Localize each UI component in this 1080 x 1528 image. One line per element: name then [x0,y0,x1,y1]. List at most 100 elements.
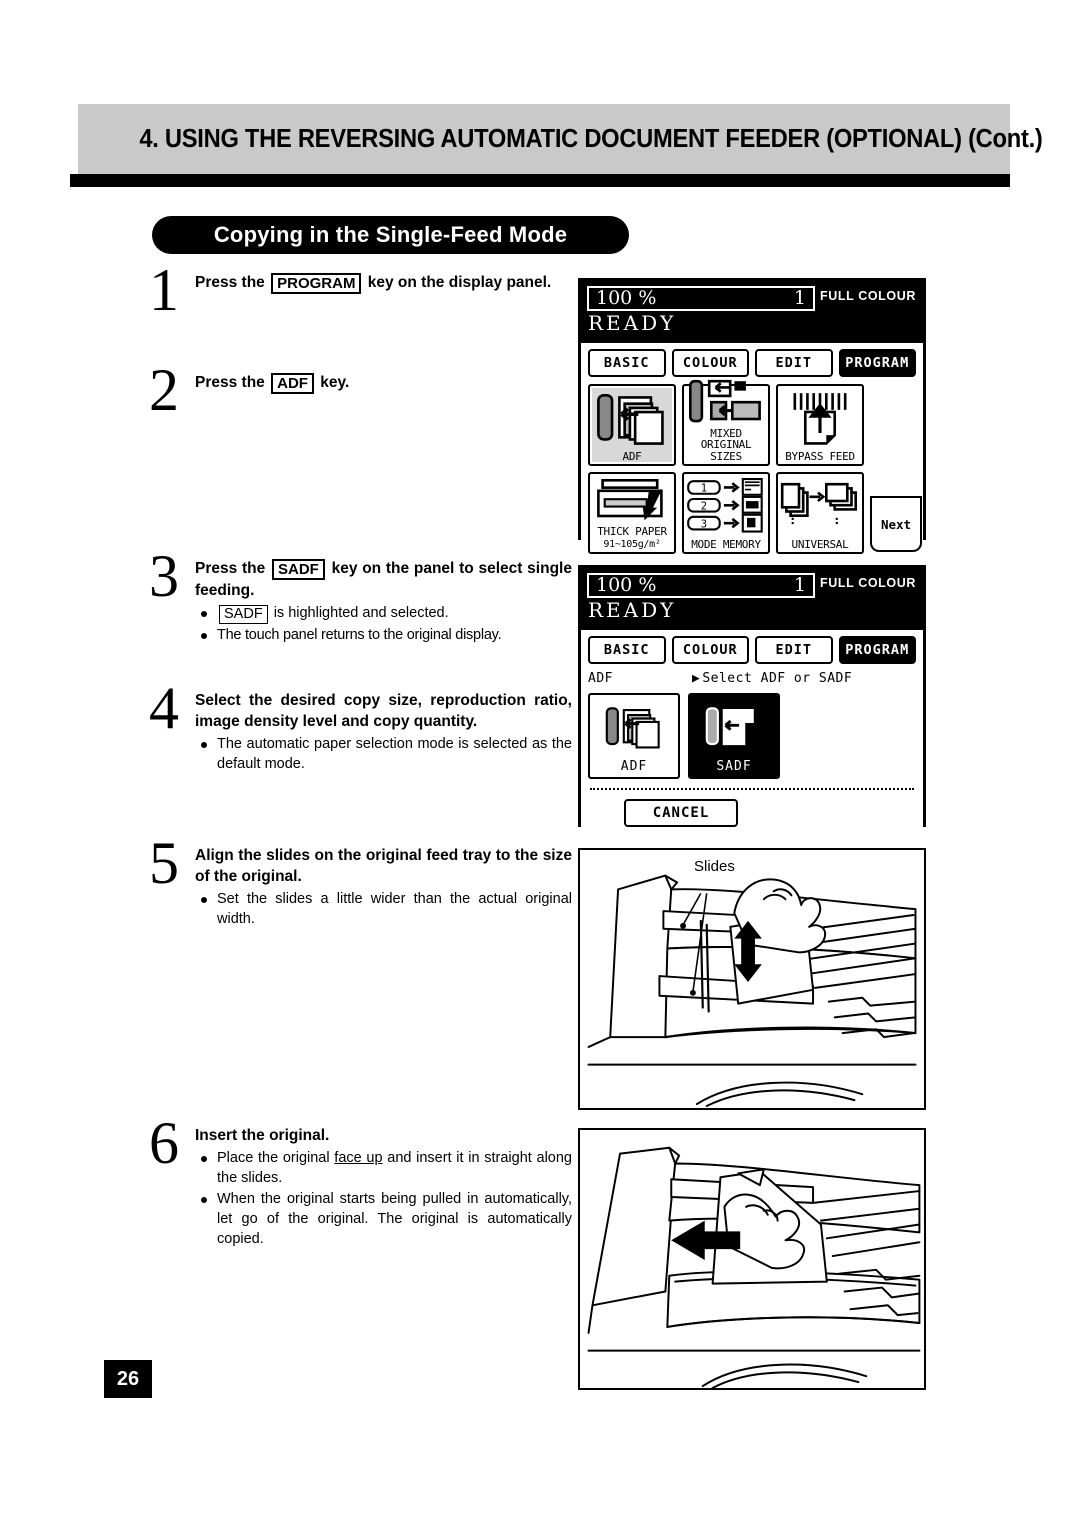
manual-page: 4. USING THE REVERSING AUTOMATIC DOCUMEN… [0,0,1080,1528]
function-button-adf[interactable]: ADF [588,384,676,466]
ratio-value: 100 [596,287,633,309]
step-3-bullets: SADF is highlighted and selected. The to… [195,603,572,645]
mixed-original-sizes-icon [684,377,768,427]
step-3-bullet-1-text: is highlighted and selected. [273,605,449,621]
function-button-mode-memory[interactable]: 1 2 3 MODE MEMORY [682,472,770,554]
current-mode-label: ADF [588,671,613,686]
grid-column-1: ADF THICK PAPER 91~105g/m² [588,384,676,554]
section-title-text: Copying in the Single-Feed Mode [213,222,568,247]
step-4-bullets: The automatic paper selection mode is se… [195,734,572,774]
step-1-heading: Press the PROGRAM key on the display pan… [195,272,572,294]
colour-mode-label: FULL COLOUR [820,289,916,303]
step-3-heading: Press the SADF key on the panel to selec… [195,558,572,601]
step-5: 5 Align the slides on the original feed … [140,833,572,929]
function-button-mixed-original-sizes[interactable]: MIXED ORIGINAL SIZES [682,379,770,466]
prompt-arrow-icon: ▶ [692,671,701,686]
tab-program[interactable]: PROGRAM [838,349,916,377]
svg-text:2: 2 [701,500,707,512]
lcd-status-bar-2: 100 % 1 FULL COLOUR READY [581,568,923,630]
function-button-bypass-feed-label: BYPASS FEED [785,449,855,463]
step-4-heading: Select the desired copy size, reproducti… [195,692,572,730]
function-button-bypass-feed[interactable]: BYPASS FEED [776,384,864,466]
step-5-bullet-1-text: Set the slides a little wider than the a… [217,891,572,927]
step-3-bullet-1: SADF is highlighted and selected. [195,603,572,624]
grid-column-3: BYPASS FEED UNIVERSAL [776,384,864,554]
adf-icon [590,386,674,451]
step-5-bullets: Set the slides a little wider than the a… [195,889,572,929]
lcd-tab-bar-2: BASIC COLOUR EDIT PROGRAM [588,636,916,664]
lcd-panel-program[interactable]: 100 % 1 FULL COLOUR READY BASIC COLOUR E… [578,278,926,561]
tab-colour[interactable]: COLOUR [671,349,749,377]
status-message: READY [588,311,677,335]
step-4: 4 Select the desired copy size, reproduc… [140,678,572,774]
next-page-button[interactable]: Next [870,496,922,552]
tab-edit[interactable]: EDIT [755,349,833,377]
slides-callout-label: Slides [694,858,735,875]
function-button-universal[interactable]: UNIVERSAL [776,472,864,554]
percent-sign: % [638,287,659,309]
step-6-number: 6 [149,1110,179,1176]
adf-icon [600,695,668,759]
step-4-bullet-1-text: The automatic paper selection mode is se… [217,736,572,772]
lcd-panel-adf-select[interactable]: 100 % 1 FULL COLOUR READY BASIC COLOUR E… [578,565,926,834]
step-5-heading: Align the slides on the original feed tr… [195,847,572,885]
feed-mode-choices: ADF SADF [588,693,916,779]
choice-button-adf-label: ADF [620,759,648,774]
step-3-bullet-2: The touch panel returns to the original … [195,625,572,645]
sadf-key-label: SADF [271,559,325,580]
tab-basic[interactable]: BASIC [588,349,666,377]
lcd-status-bar: 100 % 1 FULL COLOUR READY [581,281,923,343]
copy-quantity-2: 1 [793,574,806,596]
reproduction-ratio-field: 100 % 1 [587,286,815,311]
colour-mode-label-2: FULL COLOUR [820,576,916,590]
program-function-grid: ADF THICK PAPER 91~105g/m² MIXED ORIGINA… [588,379,922,554]
sadf-icon [700,695,768,759]
choice-button-sadf-label: SADF [716,759,752,774]
step-1-head-pre: Press the [195,274,265,291]
header-rule [70,174,1010,187]
grid-column-4: Next [870,384,922,554]
step-5-number: 5 [149,830,179,896]
step-1-number: 1 [149,257,179,323]
lcd-content-area: BASIC COLOUR EDIT PROGRAM ADF THICK PAPE… [581,343,923,561]
tab-colour-2[interactable]: COLOUR [671,636,749,664]
panel-divider [590,788,914,790]
mode-memory-icon: 1 2 3 [684,474,768,539]
align-slides-drawing [587,874,917,1108]
step-5-bullet-1: Set the slides a little wider than the a… [195,889,572,929]
step-3-number: 3 [149,543,179,609]
illustration-insert-original [578,1128,926,1390]
step-6-bullet-2: When the original starts being pulled in… [195,1189,572,1249]
step-1-head-post: key on the display panel. [367,274,552,291]
step-3-head-pre: Press the [195,560,266,577]
percent-sign-2: % [638,574,659,596]
prompt-text: Select ADF or SADF [702,671,853,686]
step-6-bullet-1: Place the original face up and insert it… [195,1148,572,1188]
step-6-bullets: Place the original face up and insert it… [195,1148,572,1249]
tab-edit-2[interactable]: EDIT [755,636,833,664]
ratio-value-2: 100 [596,574,633,596]
function-button-thick-paper[interactable]: THICK PAPER 91~105g/m² [588,472,676,554]
tab-program-2[interactable]: PROGRAM [838,636,916,664]
page-number: 26 [104,1360,152,1398]
step-6-bullet-2-text: When the original starts being pulled in… [217,1191,572,1247]
function-button-adf-label: ADF [622,449,642,463]
step-2-number: 2 [149,357,179,423]
lcd-tab-bar: BASIC COLOUR EDIT PROGRAM [588,349,916,377]
cancel-button[interactable]: CANCEL [624,799,738,827]
sadf-key-inline: SADF [219,605,268,624]
step-2-head-post: key. [320,374,350,391]
choice-button-sadf[interactable]: SADF [688,693,780,779]
function-button-mixed-label: MIXED ORIGINAL SIZES [700,426,752,463]
universal-icon [778,474,862,539]
adf-key-label: ADF [271,373,314,394]
program-key-label: PROGRAM [271,273,362,294]
function-button-thick-paper-label: THICK PAPER 91~105g/m² [597,525,667,550]
tab-basic-2[interactable]: BASIC [588,636,666,664]
step-4-number: 4 [149,675,179,741]
step-6-heading: Insert the original. [195,1127,330,1144]
choice-button-adf[interactable]: ADF [588,693,680,779]
step-3-bullet-2-text: The touch panel returns to the original … [217,627,502,643]
step-1: 1 Press the PROGRAM key on the display p… [140,260,572,320]
status-message-2: READY [588,598,677,622]
